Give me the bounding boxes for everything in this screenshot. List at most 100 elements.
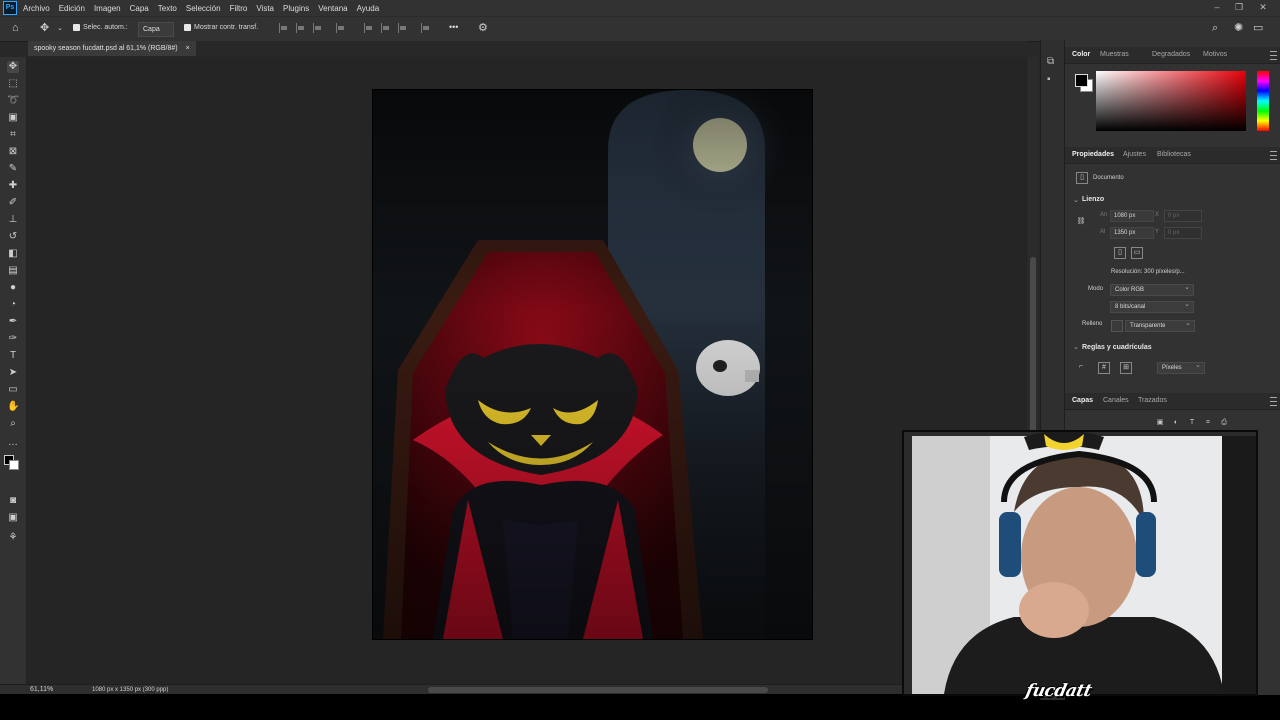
hue-slider[interactable] [1257,71,1269,131]
align-middle-icon[interactable] [381,23,391,33]
document-canvas[interactable] [373,90,812,639]
fill-swatch[interactable] [1111,320,1123,332]
document-tab[interactable]: spooky season fucdatt.psd al 61,1% (RGB/… [28,41,196,56]
menu-edicion[interactable]: Edición [59,4,91,13]
align-bottom-icon[interactable] [398,23,408,33]
tab-trazados[interactable]: Trazados [1138,393,1167,409]
screen-mode-icon[interactable]: ▣ [7,512,19,524]
layer-filter-adjust-icon[interactable]: ◐ [1171,418,1181,428]
edit-toolbar-icon[interactable]: ⚘ [7,532,19,544]
restore-icon[interactable]: ❐ [1230,0,1248,16]
close-tab-icon[interactable]: × [186,41,190,56]
blur-tool-icon[interactable]: ● [7,282,19,294]
path-select-tool-icon[interactable]: ➤ [7,367,19,379]
pen-tool-icon[interactable]: ✒ [7,316,19,328]
menu-seleccion[interactable]: Selección [186,4,227,13]
healing-brush-tool-icon[interactable]: ✚ [7,180,19,192]
distribute-icon[interactable] [336,23,346,33]
gear-icon[interactable]: ⚙ [478,22,488,35]
distribute-vertical-icon[interactable] [421,23,431,33]
panel-menu-icon[interactable] [1270,51,1277,60]
units-select[interactable]: Píxeles [1157,361,1205,374]
layer-filter-type-icon[interactable]: T [1187,418,1197,428]
layer-filter-shape-icon[interactable]: ⌗ [1203,418,1213,428]
close-window-icon[interactable]: ✕ [1254,0,1272,16]
menu-archivo[interactable]: Archivo [23,4,56,13]
tab-muestras[interactable]: Muestras [1100,47,1129,63]
align-right-icon[interactable] [313,23,323,33]
rectangle-tool-icon[interactable]: ▭ [7,384,19,396]
auto-select-checkbox[interactable] [73,24,80,31]
default-colors-icon[interactable] [4,455,19,470]
x-field[interactable]: 0 px [1164,210,1202,222]
type-tool-icon[interactable]: T [7,350,19,362]
tab-bibliotecas[interactable]: Bibliotecas [1157,147,1191,163]
horizontal-scrollbar-thumb[interactable] [428,687,768,693]
chevron-down-icon[interactable]: ⌄ [1073,196,1079,204]
tab-motivos[interactable]: Motivos [1203,47,1227,63]
bit-depth-select[interactable]: 8 bits/canal [1110,300,1194,313]
menu-imagen[interactable]: Imagen [94,4,127,13]
menu-filtro[interactable]: Filtro [230,4,254,13]
dodge-tool-icon[interactable]: ◔ [7,299,19,311]
tab-ajustes[interactable]: Ajustes [1123,147,1146,163]
quick-mask-icon[interactable]: ◙ [7,495,19,507]
chevron-down-icon[interactable]: ⌄ [1073,343,1079,351]
lightbulb-icon[interactable]: ✺ [1234,22,1243,35]
panel-menu-icon[interactable] [1270,397,1277,406]
history-brush-tool-icon[interactable]: ↺ [7,231,19,243]
menu-capa[interactable]: Capa [130,4,155,13]
layer-filter-smart-icon[interactable]: ⎙ [1219,418,1229,428]
panel-menu-icon[interactable] [1270,151,1277,160]
menu-texto[interactable]: Texto [158,4,183,13]
move-tool-icon[interactable]: ✥ [40,22,49,35]
menu-ventana[interactable]: Ventana [318,4,353,13]
gradient-tool-icon[interactable]: ▤ [7,265,19,277]
hand-tool-icon[interactable]: ✋ [7,401,19,413]
tab-degradados[interactable]: Degradados [1152,47,1190,63]
object-select-tool-icon[interactable]: ▣ [7,112,19,124]
ruler-icon[interactable]: ⌐ [1076,362,1086,372]
auto-select-dropdown[interactable]: Capa [138,22,174,37]
search-icon[interactable]: ⌕ [1212,22,1218,35]
height-field[interactable]: 1350 px [1110,227,1154,239]
menu-plugins[interactable]: Plugins [283,4,315,13]
align-center-icon[interactable] [296,23,306,33]
rulers-grids-section-title[interactable]: Reglas y cuadrículas [1082,344,1152,351]
mode-select[interactable]: Color RGB [1110,283,1194,296]
lasso-tool-icon[interactable]: ➰ [7,95,19,107]
canvas-section-title[interactable]: Lienzo [1082,196,1104,203]
width-field[interactable]: 1080 px [1110,210,1154,222]
chevron-down-icon[interactable]: ⌄ [57,22,63,35]
fill-select[interactable]: Transparente [1125,319,1195,332]
landscape-orientation-icon[interactable]: ▭ [1131,247,1143,259]
align-top-icon[interactable] [364,23,374,33]
menu-ayuda[interactable]: Ayuda [357,4,386,13]
crop-tool-icon[interactable]: ⌗ [7,129,19,141]
pen-tool-2-icon[interactable]: ✑ [7,333,19,345]
align-left-icon[interactable] [279,23,289,33]
tab-canales[interactable]: Canales [1103,393,1129,409]
tab-color[interactable]: Color [1072,47,1090,63]
zoom-tool-icon[interactable]: ⌕ [7,418,19,430]
clone-stamp-tool-icon[interactable]: ⊥ [7,214,19,226]
show-transform-checkbox[interactable] [184,24,191,31]
eyedropper-tool-icon[interactable]: ✎ [7,163,19,175]
menu-vista[interactable]: Vista [256,4,280,13]
guides-icon[interactable]: ⊞ [1120,362,1132,374]
move-tool-icon[interactable]: ✥ [7,61,19,73]
color-picker-field[interactable] [1096,71,1246,131]
frame-tool-icon[interactable]: ⊠ [7,146,19,158]
brush-tool-icon[interactable]: ✐ [7,197,19,209]
y-field[interactable]: 0 px [1164,227,1202,239]
tab-capas[interactable]: Capas [1072,393,1093,409]
layer-filter-image-icon[interactable]: ▣ [1155,418,1165,428]
portrait-orientation-icon[interactable]: ▯ [1114,247,1126,259]
comments-icon[interactable]: ▪ [1047,74,1051,85]
more-tools-icon[interactable]: … [7,437,19,449]
tab-propiedades[interactable]: Propiedades [1072,147,1114,163]
minimize-icon[interactable]: – [1208,0,1226,16]
workspace-icon[interactable]: ▭ [1253,22,1263,35]
foreground-color-swatch[interactable] [1075,74,1088,87]
grid-icon[interactable]: # [1098,362,1110,374]
